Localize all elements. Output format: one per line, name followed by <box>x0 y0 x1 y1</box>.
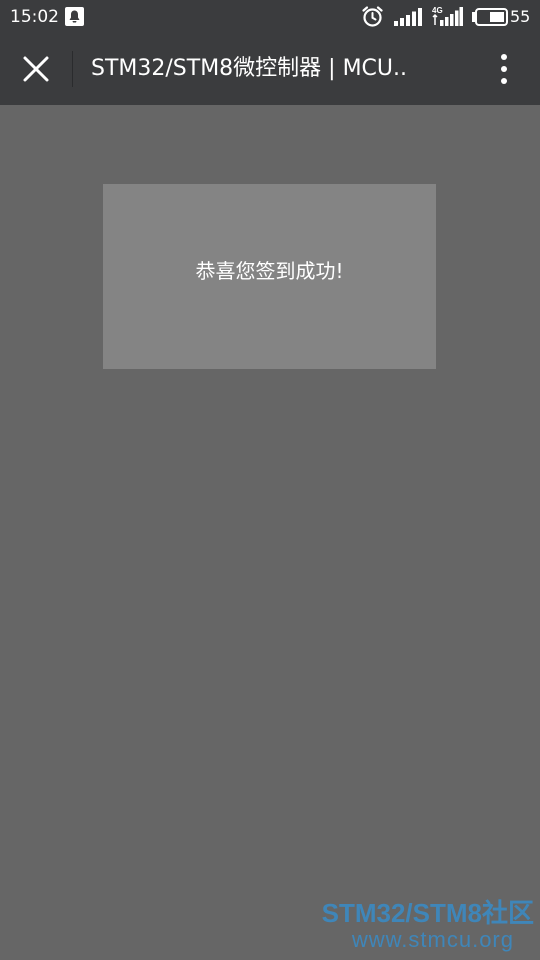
network-type-label: 4G <box>432 6 443 15</box>
close-button[interactable] <box>16 49 56 89</box>
close-icon <box>23 56 49 82</box>
signal-4g-icon: 4G <box>432 6 463 26</box>
title-divider <box>72 51 73 87</box>
more-button[interactable] <box>490 51 518 87</box>
signal-icon <box>394 8 422 26</box>
watermark-brand: STM32/STM8社区 <box>321 898 534 928</box>
notification-icon <box>65 7 84 26</box>
watermark-url: www.stmcu.org <box>351 927 514 952</box>
title-bar: STM32/STM8微控制器 | MCU.. <box>0 33 540 105</box>
alarm-icon <box>362 6 383 27</box>
page-title: STM32/STM8微控制器 | MCU.. <box>91 56 408 81</box>
toast-dialog: 恭喜您签到成功! <box>103 184 436 369</box>
more-vertical-icon <box>501 54 507 84</box>
battery-level: 55 <box>510 7 531 26</box>
status-time: 15:02 <box>10 7 59 27</box>
toast-message: 恭喜您签到成功! <box>195 259 344 283</box>
status-bar: 15:02 4G 55 <box>0 0 540 33</box>
watermark: STM32/STM8社区 www.stmcu.org <box>322 898 534 952</box>
battery-icon <box>472 8 508 26</box>
